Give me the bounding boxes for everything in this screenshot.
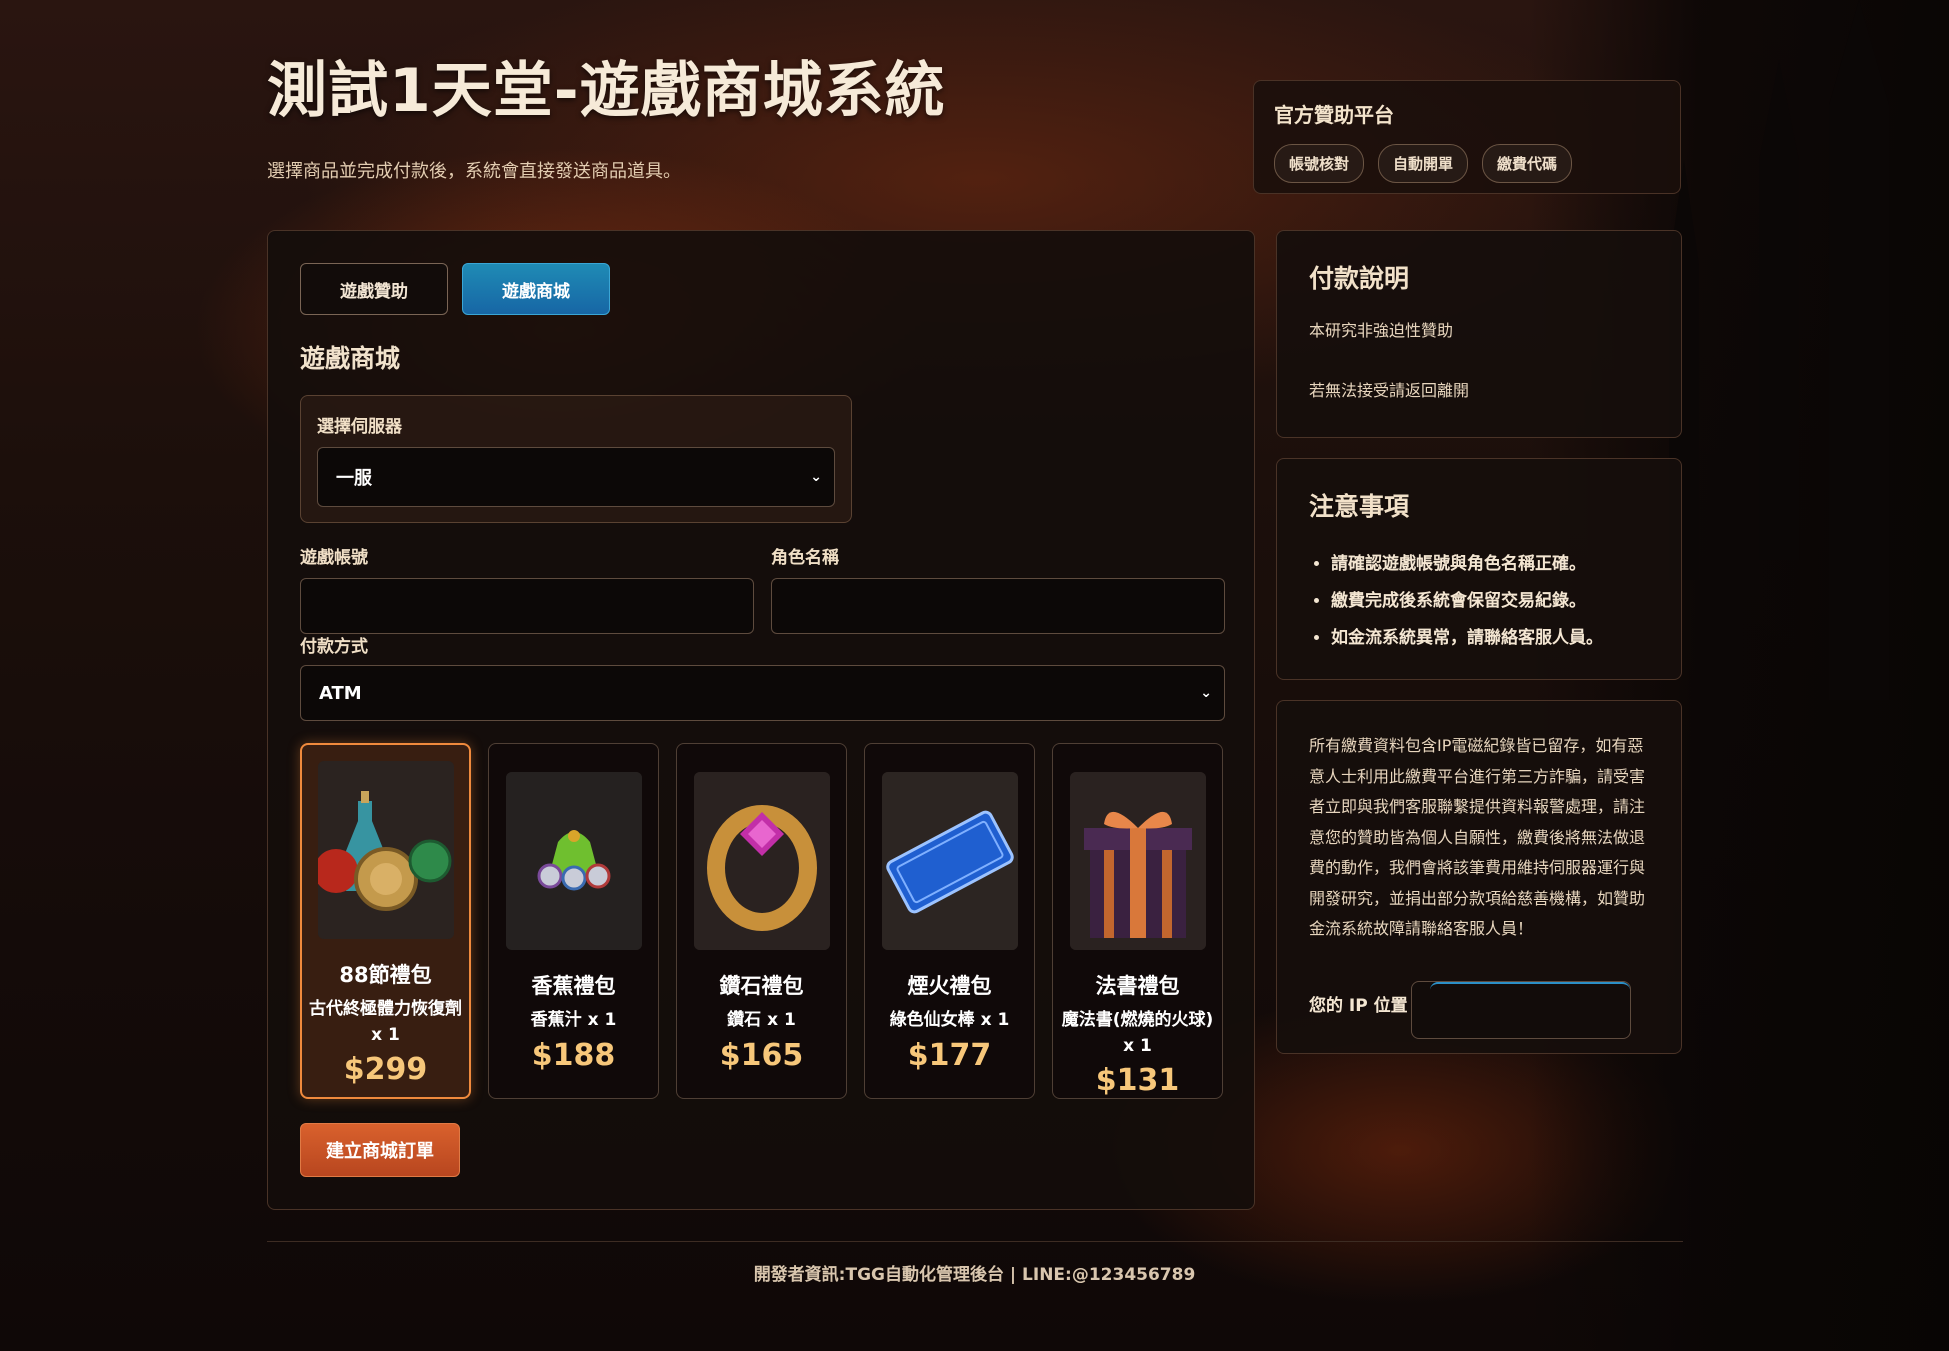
product-list: 88節禮包 古代終極體力恢復劑 x 1 $299 香蕉禮包 香蕉汁 x 1 $1… [300,743,1223,1099]
product-price: $177 [907,1037,992,1073]
notes-title: 注意事項 [1309,492,1410,521]
server-select[interactable]: 一服 ⌄ [317,447,835,507]
account-label: 遊戲帳號 [300,548,368,568]
product-item: 綠色仙女棒 x 1 [889,1010,1010,1030]
product-price: $299 [343,1052,428,1087]
footer-divider [267,1241,1683,1242]
create-order-button[interactable]: 建立商城訂單 [300,1123,460,1177]
potion-bundle-icon [317,761,454,939]
pill-account-check: 帳號核對 [1274,144,1365,183]
notes-item: 如金流系統異常，請聯絡客服人員。 [1331,623,1649,648]
product-name: 香蕉禮包 [531,974,616,998]
castle-spire [1759,60,1799,560]
disclaimer-panel: 所有繳費資料包含IP電磁紀錄皆已留存，如有惡意人士利用此繳費平台進行第三方詐騙，… [1276,700,1682,1054]
castle-spire [1829,0,1889,700]
product-item: 魔法書(燃燒的火球) x 1 [1061,1010,1214,1056]
tab-bar: 遊戲贊助 遊戲商城 [300,263,610,315]
notes-list: 請確認遊戲帳號與角色名稱正確。 繳費完成後系統會保留交易紀錄。 如金流系統異常，… [1309,549,1649,648]
tab-game-shop[interactable]: 遊戲商城 [462,263,610,315]
product-name: 88節禮包 [339,963,432,987]
shop-panel: 遊戲贊助 遊戲商城 遊戲商城 選擇伺服器 一服 ⌄ 遊戲帳號 角色名稱 付款方式… [267,230,1255,1210]
account-input[interactable] [300,578,754,634]
payment-field-group: 付款方式 ATM ⌄ [300,632,1225,721]
server-select-group: 選擇伺服器 一服 ⌄ [300,395,852,523]
product-card[interactable]: 法書禮包 魔法書(燃燒的火球) x 1 $131 [1052,743,1223,1099]
season-pass-ticket-icon [881,772,1018,950]
payment-select[interactable]: ATM ⌄ [300,665,1225,721]
gift-box-icon [1069,772,1206,950]
ip-display-box [1411,981,1631,1039]
product-name: 煙火禮包 [907,974,992,998]
account-field-group: 遊戲帳號 [300,543,754,634]
product-price: $165 [719,1037,804,1073]
footer-developer-info: 開發者資訊:TGG自動化管理後台 | LINE:@123456789 [753,1265,1196,1285]
notes-item: 請確認遊戲帳號與角色名稱正確。 [1331,549,1649,574]
pill-payment-code: 繳費代碼 [1482,144,1573,183]
chevron-down-icon: ⌄ [810,469,822,485]
product-card[interactable]: 香蕉禮包 香蕉汁 x 1 $188 [488,743,659,1099]
payment-info-line: 若無法接受請返回離開 [1309,381,1470,400]
payment-info-line: 本研究非強迫性贊助 [1309,321,1454,340]
server-label: 選擇伺服器 [317,417,402,437]
product-card[interactable]: 88節禮包 古代終極體力恢復劑 x 1 $299 [300,743,471,1099]
disclaimer-text: 所有繳費資料包含IP電磁紀錄皆已留存，如有惡意人士利用此繳費平台進行第三方詐騙，… [1309,736,1646,938]
section-title: 遊戲商城 [300,344,401,373]
payment-info-panel: 付款說明 本研究非強迫性贊助 若無法接受請返回離開 [1276,230,1682,438]
payment-info-title: 付款說明 [1309,264,1410,293]
product-card[interactable]: 鑽石禮包 鑽石 x 1 $165 [676,743,847,1099]
payment-label: 付款方式 [300,637,368,657]
role-name-input[interactable] [771,578,1225,634]
notes-item: 繳費完成後系統會保留交易紀錄。 [1331,586,1649,611]
pill-auto-order: 自動開單 [1378,144,1469,183]
notes-panel: 注意事項 請確認遊戲帳號與角色名稱正確。 繳費完成後系統會保留交易紀錄。 如金流… [1276,458,1682,680]
tab-game-sponsor[interactable]: 遊戲贊助 [300,263,448,315]
product-name: 法書禮包 [1095,974,1180,998]
role-field-group: 角色名稱 [771,543,1225,634]
server-select-value: 一服 [336,468,372,489]
sponsor-platform-panel: 官方贊助平台 帳號核對 自動開單 繳費代碼 [1253,80,1681,194]
product-price: $188 [531,1037,616,1073]
diamond-ring-icon [693,772,830,950]
sponsor-title: 官方贊助平台 [1274,103,1394,127]
product-item: 古代終極體力恢復劑 x 1 [309,999,462,1045]
product-card[interactable]: 煙火禮包 綠色仙女棒 x 1 $177 [864,743,1035,1099]
product-name: 鑽石禮包 [719,974,804,998]
chevron-down-icon: ⌄ [1200,685,1212,701]
role-label: 角色名稱 [771,548,839,568]
gem-bag-icon [505,772,642,950]
ip-label: 您的 IP 位置 [1309,996,1408,1016]
page-title: 測試1天堂-遊戲商城系統 [267,56,946,126]
product-item: 香蕉汁 x 1 [530,1010,617,1030]
product-price: $131 [1095,1063,1180,1098]
page-header: 測試1天堂-遊戲商城系統 選擇商品並完成付款後，系統會直接發送商品道具。 [267,42,946,183]
payment-select-value: ATM [319,682,362,704]
page-subtitle: 選擇商品並完成付款後，系統會直接發送商品道具。 [267,161,681,182]
product-item: 鑽石 x 1 [727,1010,796,1030]
ip-row: 您的 IP 位置 [1309,981,1631,1039]
